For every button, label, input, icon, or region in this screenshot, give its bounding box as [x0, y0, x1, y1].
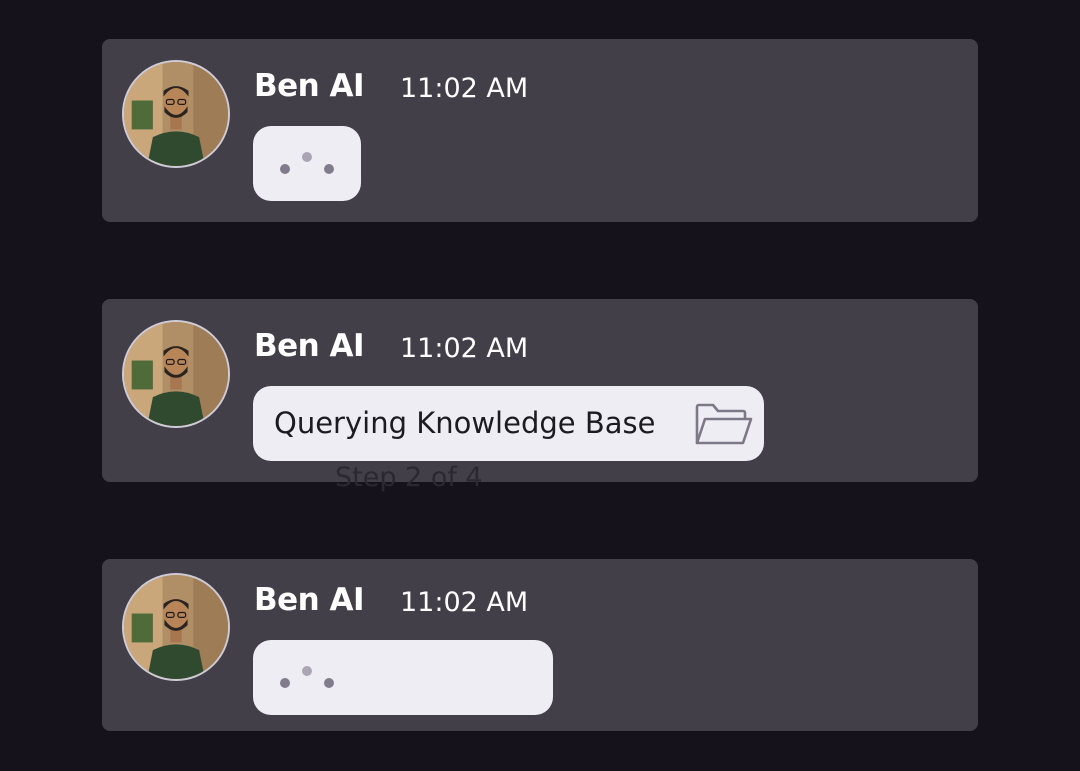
avatar[interactable] [122, 320, 230, 428]
avatar[interactable] [122, 573, 230, 681]
typing-dots [277, 666, 337, 692]
status-bubble: Querying Knowledge Base [253, 386, 764, 461]
typing-dot [302, 666, 312, 676]
message-card: Ben AI 11:02 AM Querying Knowledge Base … [102, 299, 978, 493]
typing-indicator-bubble [253, 640, 553, 715]
typing-dot [280, 678, 290, 688]
sender-name: Ben AI [254, 582, 365, 618]
status-text: Querying Knowledge Base [274, 406, 656, 440]
avatar[interactable] [122, 60, 230, 168]
avatar-photo [124, 575, 228, 679]
message-card: Ben AI 11:02 AM [102, 39, 978, 222]
message-card: Ben AI 11:02 AM [102, 559, 978, 731]
step-progress-text: Step 2 of 4 [335, 462, 483, 493]
avatar-photo [124, 62, 228, 166]
typing-dot [324, 164, 334, 174]
message-timestamp: 11:02 AM [400, 587, 529, 618]
typing-dot [280, 164, 290, 174]
sender-name: Ben AI [254, 328, 365, 364]
typing-dot [324, 678, 334, 688]
avatar-photo [124, 322, 228, 426]
typing-dot [302, 152, 312, 162]
message-timestamp: 11:02 AM [400, 333, 529, 364]
sender-name: Ben AI [254, 68, 365, 104]
message-timestamp: 11:02 AM [400, 73, 529, 104]
typing-dots [277, 152, 337, 178]
folder-icon [693, 401, 753, 447]
typing-indicator-bubble [253, 126, 361, 201]
